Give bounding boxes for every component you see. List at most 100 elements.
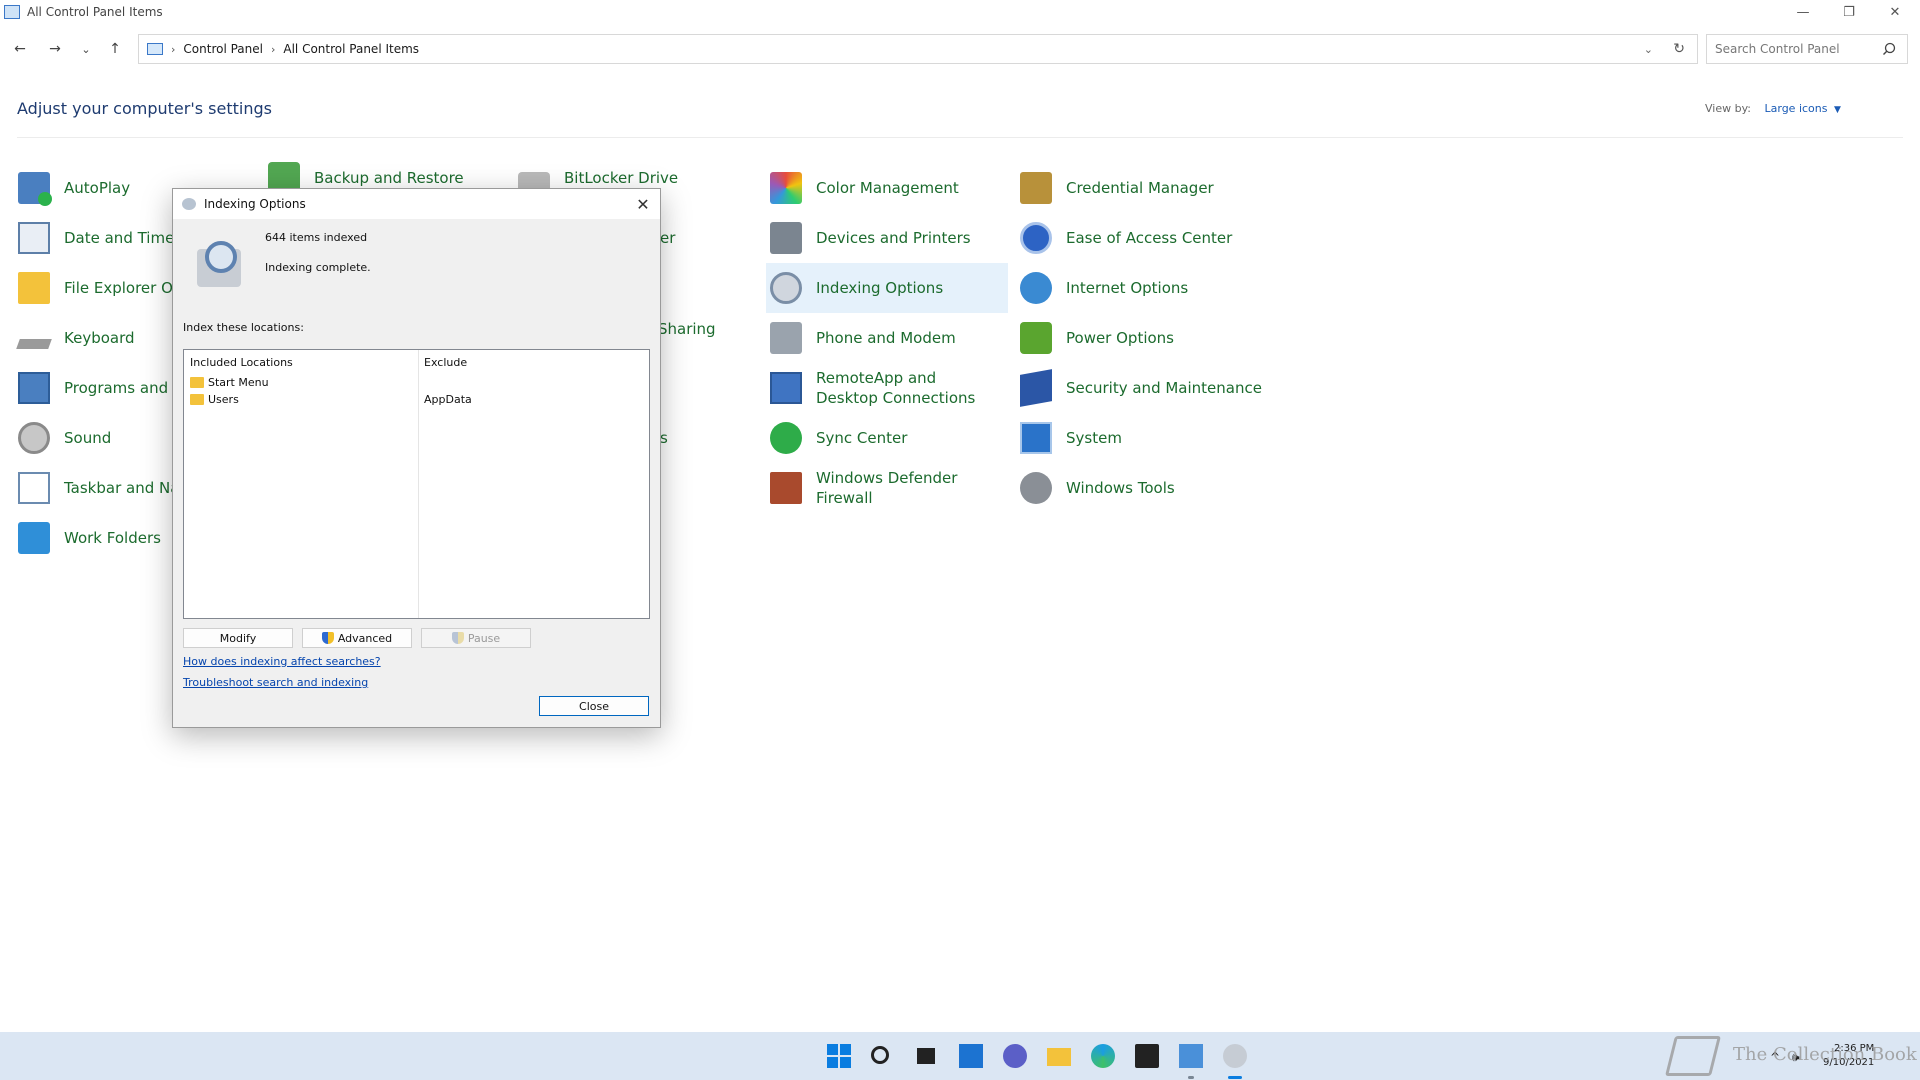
edge-browser-icon[interactable]: [1091, 1044, 1115, 1068]
folder-icon: [190, 393, 204, 405]
dialog-title-bar[interactable]: Indexing Options ✕: [173, 189, 660, 219]
title-bar: All Control Panel Items — ❐ ✕: [0, 0, 1920, 24]
cp-item-label: Taskbar and Nav: [64, 479, 189, 497]
programs-icon: [18, 372, 50, 404]
back-button[interactable]: ←: [10, 39, 30, 59]
pause-button-label: Pause: [467, 631, 501, 645]
cp-item-internet-options[interactable]: Internet Options: [1016, 265, 1276, 311]
cp-item-indexing-options[interactable]: Indexing Options: [766, 263, 1008, 313]
caret-down-icon[interactable]: ▼: [1834, 105, 1841, 115]
search-icon[interactable]: [871, 1046, 889, 1064]
cp-item-label: Security and Maintenance: [1066, 379, 1262, 397]
windows-start-icon[interactable]: [827, 1044, 851, 1068]
taskbar: ^ 🕪 2:36 PM 9/10/2021: [0, 1032, 1920, 1080]
column-header-exclude[interactable]: Exclude: [424, 356, 467, 369]
folder-icon: [18, 272, 50, 304]
divider: [17, 137, 1903, 138]
advanced-button-label: Advanced: [337, 631, 393, 645]
indexing-taskbar-icon[interactable]: [1223, 1044, 1247, 1068]
breadcrumb-separator: ›: [171, 42, 176, 56]
location-row[interactable]: Start Menu: [190, 374, 269, 390]
cp-item-ease-of-access[interactable]: Ease of Access Center: [1016, 215, 1276, 261]
monitor-icon: [1020, 422, 1052, 454]
cp-item-remoteapp[interactable]: RemoteApp and Desktop Connections: [766, 365, 1006, 411]
indexing-affect-searches-link[interactable]: How does indexing affect searches?: [183, 655, 381, 668]
view-by-dropdown[interactable]: Large icons: [1765, 102, 1828, 115]
refresh-icon[interactable]: ↻: [1673, 41, 1685, 57]
dialog-title: Indexing Options: [204, 197, 306, 211]
task-view-icon[interactable]: [917, 1048, 935, 1064]
cp-item-label: Keyboard: [64, 329, 135, 347]
chevron-down-icon[interactable]: ⌄: [1644, 43, 1653, 56]
restore-button[interactable]: ❐: [1826, 0, 1872, 24]
cp-item-system[interactable]: System: [1016, 415, 1276, 461]
accessibility-icon: [1020, 222, 1052, 254]
cp-item-firewall[interactable]: Windows Defender Firewall: [766, 465, 1006, 511]
column-divider: [418, 350, 419, 618]
cp-item-credential-manager[interactable]: Credential Manager: [1016, 165, 1276, 211]
items-indexed-count: 644 items indexed: [265, 231, 368, 244]
widgets-icon[interactable]: [959, 1044, 983, 1068]
forward-button[interactable]: →: [45, 39, 65, 59]
remote-desktop-icon: [770, 372, 802, 404]
calendar-icon: [18, 222, 50, 254]
close-window-button[interactable]: ✕: [1872, 0, 1918, 24]
cp-item-phone-modem[interactable]: Phone and Modem: [766, 315, 1006, 361]
cp-item-color-management[interactable]: Color Management: [766, 165, 1006, 211]
address-bar[interactable]: › Control Panel › All Control Panel Item…: [138, 34, 1698, 64]
globe-icon: [1020, 272, 1052, 304]
cp-item-label: Work Folders: [64, 529, 161, 547]
modify-button[interactable]: Modify: [183, 628, 293, 648]
location-row[interactable]: Users: [190, 391, 239, 407]
cp-item-devices-printers[interactable]: Devices and Printers: [766, 215, 1006, 261]
view-by: View by: Large icons ▼: [1705, 102, 1841, 115]
firewall-icon: [770, 472, 802, 504]
autoplay-icon: [18, 172, 52, 206]
cp-item-label: Credential Manager: [1066, 179, 1214, 197]
cp-item-label: er: [660, 229, 676, 247]
speaker-icon: [18, 422, 50, 454]
breadcrumb-control-panel[interactable]: Control Panel: [183, 42, 263, 56]
cp-item-label: Phone and Modem: [816, 329, 956, 347]
close-icon[interactable]: ✕: [632, 193, 654, 215]
cp-item-label: Date and Time: [64, 229, 175, 247]
minimize-button[interactable]: —: [1780, 0, 1826, 24]
control-panel-icon: [147, 43, 163, 55]
cp-item-label: RemoteApp and Desktop Connections: [816, 369, 976, 407]
cp-item-label: Power Options: [1066, 329, 1174, 347]
location-exclude: AppData: [424, 393, 472, 406]
search-icon[interactable]: [1882, 42, 1896, 56]
store-icon[interactable]: [1135, 1044, 1159, 1068]
cp-item-label: Sound: [64, 429, 112, 447]
cp-item-windows-tools[interactable]: Windows Tools: [1016, 465, 1276, 511]
cp-item-label: Internet Options: [1066, 279, 1189, 297]
color-icon: [770, 172, 802, 204]
close-button[interactable]: Close: [539, 696, 649, 716]
column-header-included[interactable]: Included Locations: [190, 356, 293, 369]
cp-item-power-options[interactable]: Power Options: [1016, 315, 1276, 361]
cp-item-label: Devices and Printers: [816, 229, 971, 247]
chat-icon[interactable]: [1003, 1044, 1027, 1068]
indexing-options-dialog: Indexing Options ✕ 644 items indexed Ind…: [172, 188, 661, 728]
uac-shield-icon: [321, 632, 334, 644]
recent-locations-button[interactable]: ⌄: [76, 39, 96, 59]
folder-icon: [190, 376, 204, 388]
troubleshoot-indexing-link[interactable]: Troubleshoot search and indexing: [183, 676, 368, 689]
cp-item-sync-center[interactable]: Sync Center: [766, 415, 1006, 461]
indexing-icon: [770, 272, 802, 304]
up-button[interactable]: ↑: [105, 39, 125, 59]
advanced-button[interactable]: Advanced: [302, 628, 412, 648]
control-panel-taskbar-icon[interactable]: [1179, 1044, 1203, 1068]
indexing-icon: [182, 198, 196, 210]
breadcrumb-all-items[interactable]: All Control Panel Items: [283, 42, 419, 56]
cp-item-label: Sharing: [658, 320, 716, 338]
battery-icon: [1020, 322, 1052, 354]
cp-item-security-maintenance[interactable]: Security and Maintenance: [1016, 365, 1276, 411]
locations-list[interactable]: Included Locations Exclude Start Menu Us…: [183, 349, 650, 619]
control-panel-icon: [4, 5, 20, 19]
location-name: Users: [208, 392, 239, 406]
breadcrumb-separator: ›: [270, 42, 276, 56]
search-input[interactable]: Search Control Panel: [1706, 34, 1908, 64]
file-explorer-icon[interactable]: [1047, 1048, 1071, 1066]
phone-icon: [770, 322, 802, 354]
